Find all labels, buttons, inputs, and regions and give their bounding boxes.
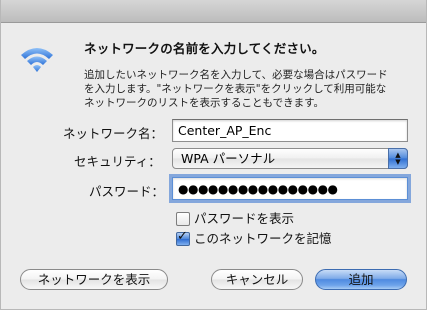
password-masked-value: ●●●●●●●●●●●●●●●● — [178, 182, 338, 196]
checkmark-icon: ✓ — [177, 228, 188, 244]
show-password-label: パスワードを表示 — [194, 211, 295, 226]
remember-network-label: このネットワークを記憶 — [194, 231, 332, 246]
up-down-arrows-icon: ▲ ▼ — [388, 148, 408, 169]
show-networks-button[interactable]: ネットワークを表示 — [20, 269, 168, 290]
network-name-label: ネットワーク名： — [63, 126, 164, 141]
window-titlebar[interactable] — [1, 0, 426, 23]
security-popup[interactable]: WPA パーソナル ▲ ▼ — [172, 148, 408, 169]
dialog-description: 追加したいネットワーク名を入力して、必要な場合はパスワード を入力します。"ネッ… — [84, 68, 414, 110]
password-field[interactable]: ●●●●●●●●●●●●●●●● — [172, 177, 408, 200]
remember-network-checkbox[interactable]: ✓ — [176, 228, 190, 246]
join-network-dialog: ネットワークの名前を入力してください。 追加したいネットワーク名を入力して、必要… — [0, 0, 427, 310]
remember-network-option[interactable]: ✓ このネットワークを記憶 — [176, 228, 332, 246]
security-value: WPA パーソナル — [181, 151, 276, 166]
show-password-checkbox[interactable] — [176, 211, 190, 226]
dialog-heading: ネットワークの名前を入力してください。 — [84, 41, 325, 56]
description-line: を入力します。"ネットワークを表示"をクリックして利用可能な — [84, 83, 387, 95]
password-label: パスワード： — [89, 184, 165, 199]
network-name-field[interactable]: Center_AP_Enc — [172, 119, 408, 142]
security-label: セキュリティ： — [74, 154, 161, 169]
description-line: 追加したいネットワーク名を入力して、必要な場合はパスワード — [84, 69, 388, 81]
show-password-option[interactable]: パスワードを表示 — [176, 208, 295, 226]
cancel-button[interactable]: キャンセル — [211, 269, 303, 290]
description-line: ネットワークのリストを表示することもできます。 — [84, 97, 325, 109]
add-button[interactable]: 追加 — [315, 269, 407, 290]
wifi-icon — [21, 48, 53, 72]
